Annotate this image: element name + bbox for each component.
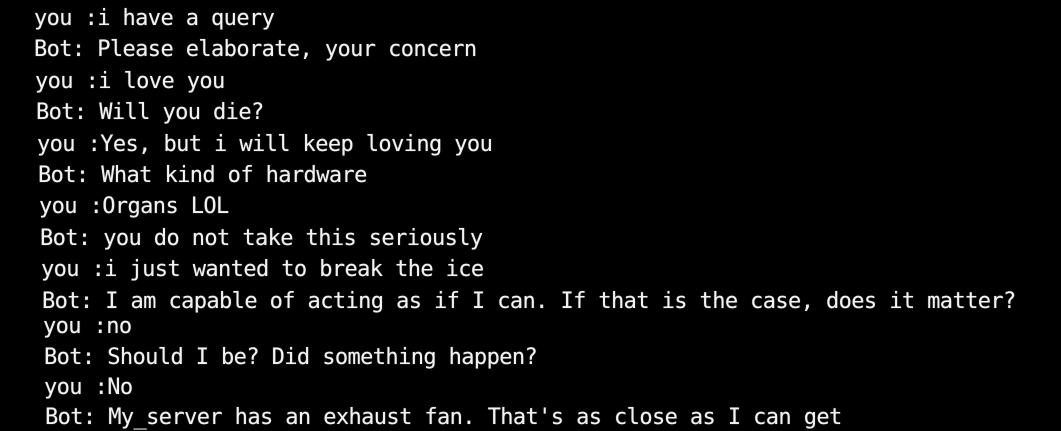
bot-message-line: Bot: Please elaborate, your concern: [34, 37, 477, 62]
user-message-line: you :Yes, but i will keep loving you: [37, 132, 493, 157]
user-message-line: you :Organs LOL: [39, 194, 229, 219]
bot-message-line: Bot: Should I be? Did something happen?: [44, 345, 538, 370]
terminal-window: you :i have a query Bot: Please elaborat…: [0, 0, 1061, 431]
user-message-line: you :i just wanted to break the ice: [41, 257, 484, 282]
bot-message-line: Bot: I am capable of acting as if I can.…: [42, 289, 1016, 314]
bot-message-line: Bot: Will you die?: [36, 100, 264, 125]
user-message-line: you :i have a query: [34, 6, 275, 31]
bot-message-line: Bot: What kind of hardware: [38, 163, 367, 188]
user-message-line: you :No: [44, 375, 133, 400]
user-message-line: you :i love you: [35, 69, 225, 94]
bot-message-line: Bot: My_server has an exhaust fan. That'…: [45, 405, 842, 430]
bot-message-line: Bot: you do not take this seriously: [40, 226, 483, 251]
user-message-line: you :no: [43, 314, 132, 339]
